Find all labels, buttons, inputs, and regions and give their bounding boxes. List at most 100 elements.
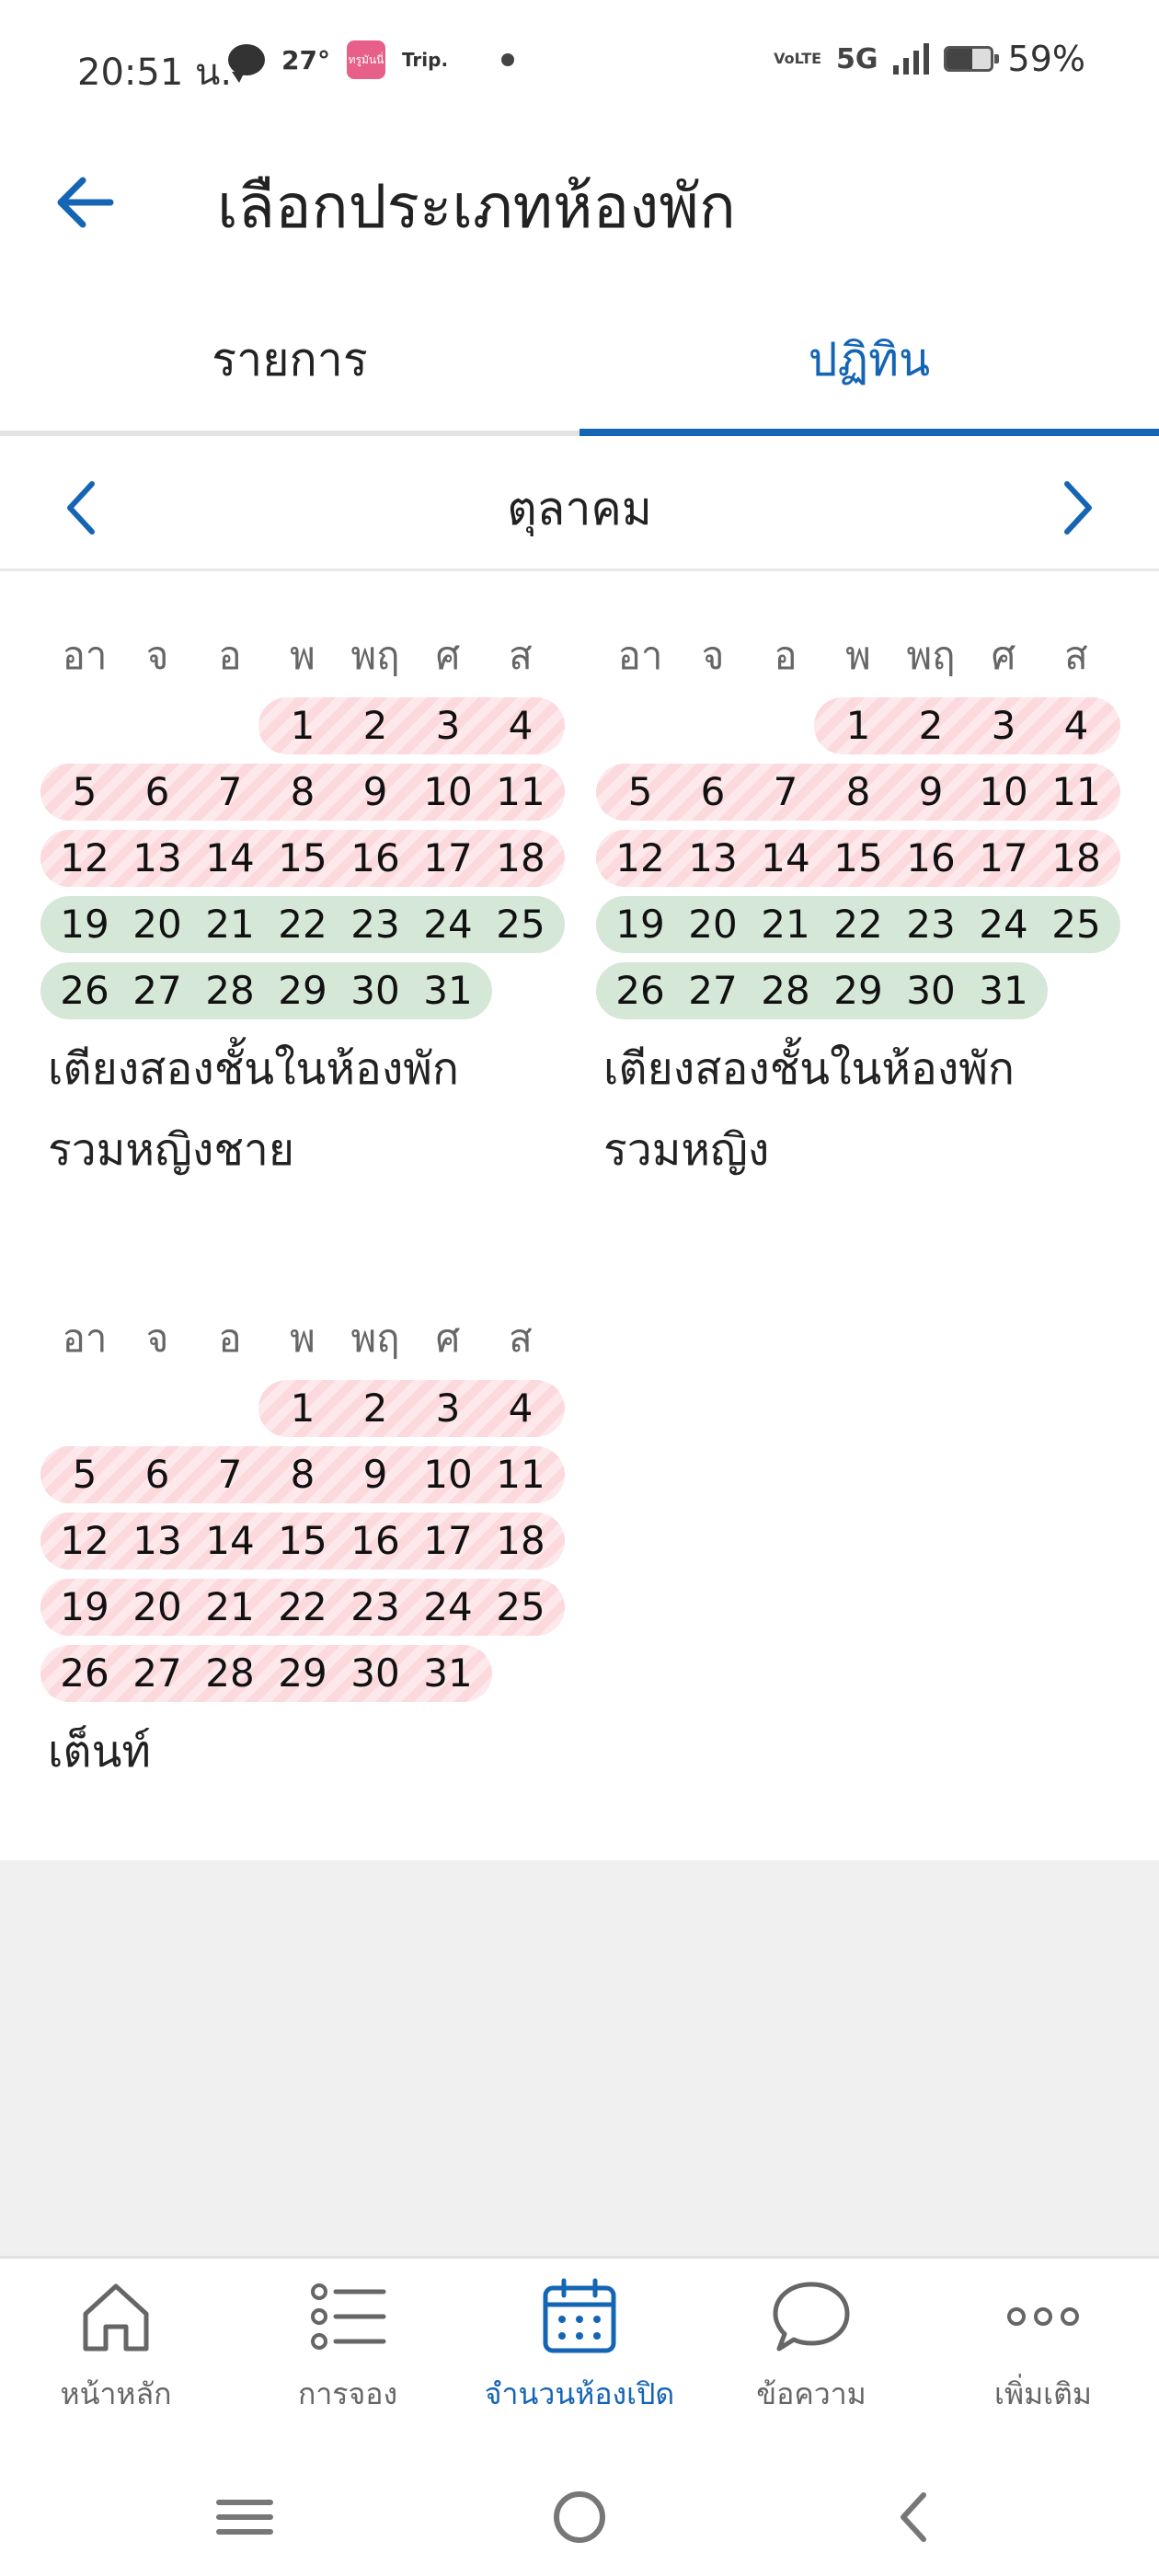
- calendar-day[interactable]: 14: [749, 830, 822, 887]
- calendar-day[interactable]: 24: [411, 896, 485, 953]
- calendar-day[interactable]: 25: [484, 1579, 557, 1636]
- room-calendar-tent[interactable]: อาจอพพฤศส 1 2 3 4 5 6 7 8 9 10 11 12 13 14 15 16 17 18 19 20…: [40, 1308, 565, 1777]
- calendar-day[interactable]: 24: [967, 896, 1040, 953]
- calendar-day[interactable]: 30: [339, 1645, 412, 1702]
- calendar-day[interactable]: 20: [120, 896, 194, 953]
- calendar-day[interactable]: 11: [1039, 764, 1113, 821]
- calendar-day[interactable]: 10: [411, 764, 485, 821]
- calendar-day[interactable]: 5: [48, 1446, 121, 1503]
- calendar-day[interactable]: 10: [411, 1446, 485, 1503]
- calendar-day[interactable]: 30: [894, 962, 968, 1019]
- calendar-day[interactable]: 18: [484, 830, 557, 887]
- tab-calendar[interactable]: ปฏิทิน: [580, 294, 1159, 425]
- calendar-day[interactable]: 12: [603, 830, 677, 887]
- calendar-day[interactable]: 23: [894, 896, 968, 953]
- calendar-day[interactable]: 8: [821, 764, 895, 821]
- calendar-day[interactable]: 9: [339, 1446, 412, 1503]
- calendar-day[interactable]: 31: [411, 962, 485, 1019]
- calendar-day[interactable]: 7: [749, 764, 822, 821]
- calendar-day[interactable]: 5: [48, 764, 121, 821]
- calendar-day[interactable]: 11: [484, 1446, 557, 1503]
- calendar-day[interactable]: 19: [48, 1579, 121, 1636]
- calendar-day[interactable]: 6: [120, 1446, 194, 1503]
- calendar-day[interactable]: 27: [120, 962, 194, 1019]
- calendar-day[interactable]: 4: [484, 697, 557, 754]
- calendar-day[interactable]: 22: [821, 896, 895, 953]
- calendar-day[interactable]: 19: [603, 896, 677, 953]
- calendar-day[interactable]: 14: [193, 830, 267, 887]
- calendar-day[interactable]: 22: [266, 1579, 339, 1636]
- calendar-day[interactable]: 21: [193, 1579, 267, 1636]
- calendar-day[interactable]: 22: [266, 896, 339, 953]
- next-month-button[interactable]: [1039, 471, 1113, 545]
- calendar-day[interactable]: 28: [193, 1645, 267, 1702]
- calendar-day[interactable]: 9: [894, 764, 968, 821]
- calendar-day[interactable]: 11: [484, 764, 557, 821]
- calendar-day[interactable]: 21: [193, 896, 267, 953]
- calendar-day[interactable]: 20: [120, 1579, 194, 1636]
- calendar-day[interactable]: 4: [484, 1380, 557, 1437]
- calendar-day[interactable]: 21: [749, 896, 822, 953]
- calendar-day[interactable]: 13: [120, 1512, 194, 1570]
- nav-messages[interactable]: ข้อความ: [695, 2275, 927, 2441]
- calendar-day[interactable]: 17: [967, 830, 1040, 887]
- calendar-day[interactable]: 14: [193, 1512, 267, 1570]
- calendar-day[interactable]: 27: [120, 1645, 194, 1702]
- room-calendar-mixed-dorm[interactable]: อาจอพพฤศส 1 2 3 4 5 6 7 8 9 10 11 12 13 14 15 16 17 18 19 20…: [40, 626, 565, 1176]
- calendar-day[interactable]: 25: [484, 896, 557, 953]
- nav-bookings[interactable]: การจอง: [232, 2275, 464, 2441]
- tab-list[interactable]: รายการ: [0, 294, 580, 425]
- calendar-day[interactable]: 1: [266, 1380, 339, 1437]
- calendar-day[interactable]: 31: [967, 962, 1040, 1019]
- calendar-day[interactable]: 7: [193, 764, 267, 821]
- calendar-day[interactable]: 18: [1039, 830, 1113, 887]
- calendar-day[interactable]: 28: [749, 962, 822, 1019]
- calendar-day[interactable]: 12: [48, 1512, 121, 1570]
- calendar-day[interactable]: 6: [676, 764, 750, 821]
- calendar-day[interactable]: 26: [603, 962, 677, 1019]
- calendar-day[interactable]: 16: [339, 1512, 412, 1570]
- calendar-day[interactable]: 4: [1039, 697, 1113, 754]
- calendar-day[interactable]: 29: [266, 962, 339, 1019]
- calendar-day[interactable]: 25: [1039, 896, 1113, 953]
- calendar-day[interactable]: 13: [676, 830, 750, 887]
- calendar-day[interactable]: 28: [193, 962, 267, 1019]
- system-back-button[interactable]: [868, 2480, 960, 2554]
- calendar-day[interactable]: 29: [266, 1645, 339, 1702]
- calendar-day[interactable]: 30: [339, 962, 412, 1019]
- calendar-day[interactable]: 15: [266, 830, 339, 887]
- calendar-day[interactable]: 29: [821, 962, 895, 1019]
- calendar-day[interactable]: 8: [266, 764, 339, 821]
- calendar-day[interactable]: 2: [339, 697, 412, 754]
- calendar-day[interactable]: 26: [48, 1645, 121, 1702]
- nav-more[interactable]: เพิ่มเติม: [927, 2275, 1159, 2441]
- calendar-day[interactable]: 18: [484, 1512, 557, 1570]
- calendar-day[interactable]: 2: [339, 1380, 412, 1437]
- calendar-day[interactable]: 8: [266, 1446, 339, 1503]
- calendar-day[interactable]: 1: [266, 697, 339, 754]
- calendar-day[interactable]: 3: [411, 697, 485, 754]
- calendar-day[interactable]: 1: [821, 697, 895, 754]
- calendar-day[interactable]: 12: [48, 830, 121, 887]
- calendar-day[interactable]: 16: [894, 830, 968, 887]
- calendar-day[interactable]: 5: [603, 764, 677, 821]
- system-menu-button[interactable]: [199, 2480, 291, 2554]
- nav-availability[interactable]: จำนวนห้องเปิด: [451, 2275, 708, 2441]
- calendar-day[interactable]: 19: [48, 896, 121, 953]
- room-calendar-female-dorm[interactable]: อาจอพพฤศส 1 2 3 4 5 6 7 8 9 10 11 12 13 14 15 16 17 18 19 20…: [596, 626, 1120, 1176]
- calendar-day[interactable]: 16: [339, 830, 412, 887]
- nav-home[interactable]: หน้าหลัก: [0, 2275, 232, 2441]
- calendar-day[interactable]: 27: [676, 962, 750, 1019]
- calendar-day[interactable]: 10: [967, 764, 1040, 821]
- calendar-day[interactable]: 9: [339, 764, 412, 821]
- calendar-day[interactable]: 15: [266, 1512, 339, 1570]
- calendar-day[interactable]: 31: [411, 1645, 485, 1702]
- calendar-day[interactable]: 24: [411, 1579, 485, 1636]
- calendar-day[interactable]: 17: [411, 830, 485, 887]
- calendar-day[interactable]: 17: [411, 1512, 485, 1570]
- calendar-day[interactable]: 23: [339, 896, 412, 953]
- calendar-day[interactable]: 20: [676, 896, 750, 953]
- system-home-button[interactable]: [534, 2480, 625, 2554]
- calendar-day[interactable]: 3: [411, 1380, 485, 1437]
- calendar-day[interactable]: 15: [821, 830, 895, 887]
